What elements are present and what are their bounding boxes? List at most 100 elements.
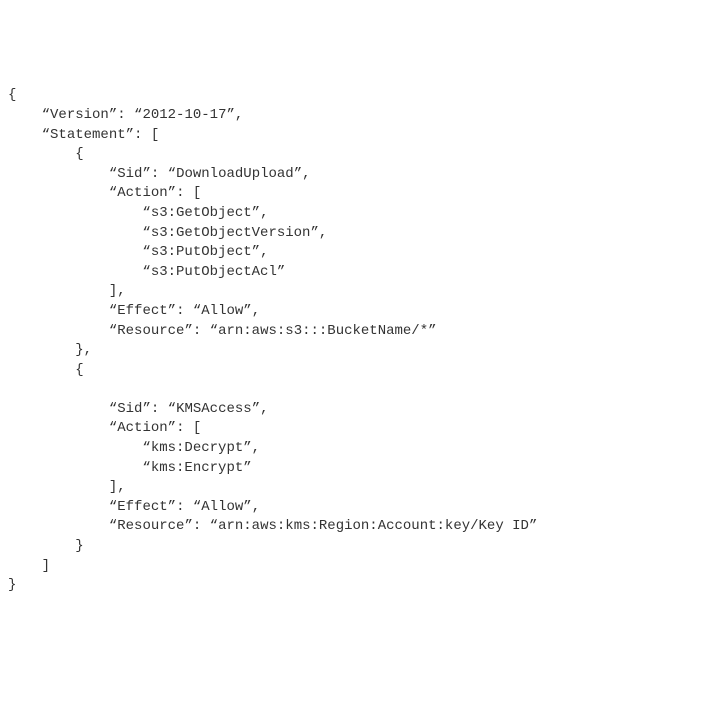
quote: “ <box>210 518 218 534</box>
quote: “ <box>168 166 176 182</box>
effect-value: Allow <box>201 499 243 515</box>
comma: , <box>260 401 268 417</box>
bracket-close: ] <box>109 479 117 495</box>
sid-key: Sid <box>117 166 142 182</box>
brace-close: } <box>8 577 16 593</box>
resource-value: arn:aws:kms:Region:Account:key/Key ID <box>218 518 529 534</box>
statement-key: Statement <box>50 127 126 143</box>
action-item: kms:Decrypt <box>151 440 243 456</box>
comma: , <box>252 440 260 456</box>
comma: , <box>260 244 268 260</box>
sid-key: Sid <box>117 401 142 417</box>
quote: ” <box>243 460 251 476</box>
quote: “ <box>109 166 117 182</box>
quote: ” <box>226 107 234 123</box>
quote: ” <box>142 166 150 182</box>
colon: : <box>176 420 184 436</box>
bracket-open: [ <box>193 420 201 436</box>
version-value: 2012-10-17 <box>142 107 226 123</box>
action-item: s3:GetObject <box>151 205 252 221</box>
resource-key: Resource <box>117 323 184 339</box>
comma: , <box>260 205 268 221</box>
brace-close: } <box>75 538 83 554</box>
quote: ” <box>168 185 176 201</box>
comma: , <box>84 342 92 358</box>
sid-value: DownloadUpload <box>176 166 294 182</box>
quote: ” <box>184 323 192 339</box>
quote: ” <box>109 107 117 123</box>
quote: ” <box>252 244 260 260</box>
comma: , <box>117 479 125 495</box>
quote: ” <box>294 166 302 182</box>
colon: : <box>176 499 184 515</box>
version-key: Version <box>50 107 109 123</box>
comma: , <box>252 499 260 515</box>
action-item: s3:PutObjectAcl <box>151 264 277 280</box>
colon: : <box>176 303 184 319</box>
action-key: Action <box>117 420 167 436</box>
quote: ” <box>168 499 176 515</box>
effect-key: Effect <box>117 499 167 515</box>
comma: , <box>235 107 243 123</box>
quote: “ <box>109 185 117 201</box>
brace-close: } <box>75 342 83 358</box>
quote: “ <box>142 205 150 221</box>
quote: ” <box>168 303 176 319</box>
quote: “ <box>109 323 117 339</box>
comma: , <box>319 225 327 241</box>
quote: ” <box>252 205 260 221</box>
brace-open: { <box>75 146 83 162</box>
comma: , <box>117 283 125 299</box>
quote: “ <box>142 440 150 456</box>
quote: ” <box>243 303 251 319</box>
action-item: s3:GetObjectVersion <box>151 225 311 241</box>
colon: : <box>176 185 184 201</box>
quote: ” <box>277 264 285 280</box>
colon: : <box>117 107 125 123</box>
quote: ” <box>126 127 134 143</box>
quote: “ <box>109 303 117 319</box>
quote: “ <box>142 244 150 260</box>
action-item: kms:Encrypt <box>151 460 243 476</box>
resource-key: Resource <box>117 518 184 534</box>
colon: : <box>134 127 142 143</box>
resource-value: arn:aws:s3:::BucketName/* <box>218 323 428 339</box>
quote: ” <box>184 518 192 534</box>
quote: ” <box>428 323 436 339</box>
quote: “ <box>109 420 117 436</box>
quote: ” <box>243 440 251 456</box>
comma: , <box>252 303 260 319</box>
quote: “ <box>109 499 117 515</box>
quote: ” <box>142 401 150 417</box>
quote: “ <box>210 323 218 339</box>
quote: “ <box>142 225 150 241</box>
quote: ” <box>168 420 176 436</box>
quote: ” <box>310 225 318 241</box>
action-key: Action <box>117 185 167 201</box>
effect-key: Effect <box>117 303 167 319</box>
effect-value: Allow <box>201 303 243 319</box>
quote: “ <box>109 401 117 417</box>
brace-open: { <box>75 362 83 378</box>
quote: “ <box>142 460 150 476</box>
comma: , <box>302 166 310 182</box>
brace-open: { <box>8 87 16 103</box>
quote: “ <box>42 107 50 123</box>
quote: ” <box>252 401 260 417</box>
quote: ” <box>243 499 251 515</box>
quote: “ <box>168 401 176 417</box>
quote: “ <box>42 127 50 143</box>
colon: : <box>193 323 201 339</box>
bracket-close: ] <box>109 283 117 299</box>
quote: “ <box>142 264 150 280</box>
action-item: s3:PutObject <box>151 244 252 260</box>
quote: “ <box>109 518 117 534</box>
colon: : <box>151 166 159 182</box>
colon: : <box>151 401 159 417</box>
bracket-open: [ <box>193 185 201 201</box>
bracket-close: ] <box>42 558 50 574</box>
colon: : <box>193 518 201 534</box>
bracket-open: [ <box>151 127 159 143</box>
sid-value: KMSAccess <box>176 401 252 417</box>
quote: ” <box>529 518 537 534</box>
